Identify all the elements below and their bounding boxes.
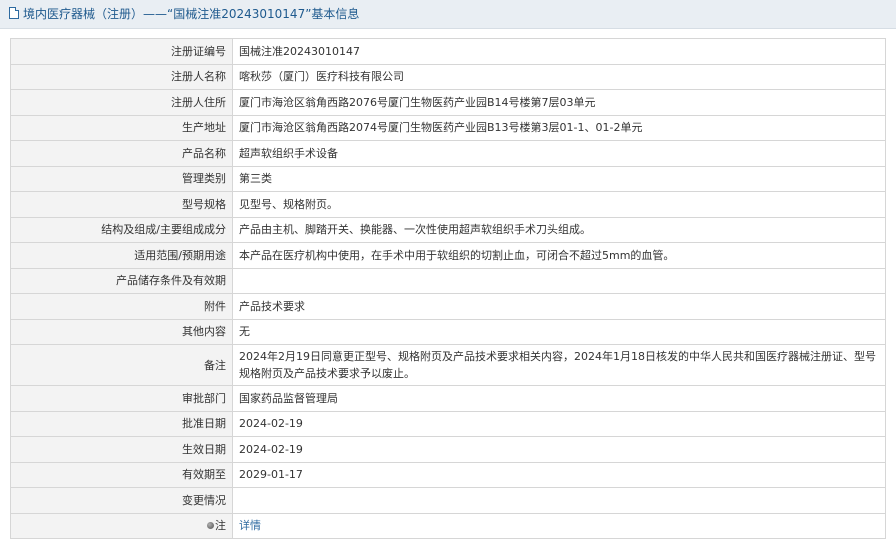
- table-row: 结构及组成/主要组成成分 产品由主机、脚踏开关、换能器、一次性使用超声软组织手术…: [10, 216, 886, 243]
- row-label: 结构及组成/主要组成成分: [10, 216, 233, 243]
- row-label: 有效期至: [10, 461, 233, 488]
- row-value: [232, 487, 886, 514]
- row-label: 注册人住所: [10, 89, 233, 116]
- row-label: 生效日期: [10, 436, 233, 463]
- table-row: 生产地址 厦门市海沧区翁角西路2074号厦门生物医药产业园B13号楼第3层01-…: [10, 114, 886, 141]
- row-label: 注册人名称: [10, 63, 233, 90]
- row-value: 厦门市海沧区翁角西路2076号厦门生物医药产业园B14号楼第7层03单元: [232, 89, 886, 116]
- row-label: 审批部门: [10, 385, 233, 412]
- row-value: 产品技术要求: [232, 293, 886, 320]
- row-value: 见型号、规格附页。: [232, 191, 886, 218]
- row-value: 国家药品监督管理局: [232, 385, 886, 412]
- table-row-note: 注 详情: [10, 512, 886, 539]
- table-row: 批准日期 2024-02-19: [10, 410, 886, 437]
- row-label: 备注: [10, 344, 233, 386]
- row-label: 附件: [10, 293, 233, 320]
- row-value: 喀秋莎（厦门）医疗科技有限公司: [232, 63, 886, 90]
- note-label-cell: 注: [10, 512, 233, 539]
- row-label: 产品名称: [10, 140, 233, 167]
- table-row: 产品名称 超声软组织手术设备: [10, 140, 886, 167]
- row-value: 2024-02-19: [232, 410, 886, 437]
- table-row: 备注 2024年2月19日同意更正型号、规格附页及产品技术要求相关内容，2024…: [10, 344, 886, 386]
- row-value: [232, 267, 886, 294]
- page-title: 境内医疗器械（注册）——“国械注准20243010147”基本信息: [23, 7, 360, 21]
- row-label: 管理类别: [10, 165, 233, 192]
- table-row: 变更情况: [10, 487, 886, 514]
- row-value: 第三类: [232, 165, 886, 192]
- row-value: 2024年2月19日同意更正型号、规格附页及产品技术要求相关内容，2024年1月…: [232, 344, 886, 386]
- row-value: 本产品在医疗机构中使用，在手术中用于软组织的切割止血，可闭合不超过5mm的血管。: [232, 242, 886, 269]
- table-row: 其他内容 无: [10, 318, 886, 345]
- row-value: 国械注准20243010147: [232, 38, 886, 65]
- table-row: 注册人名称 喀秋莎（厦门）医疗科技有限公司: [10, 63, 886, 90]
- note-value-cell: 详情: [232, 512, 886, 539]
- table-row: 产品储存条件及有效期: [10, 267, 886, 294]
- page-header: 境内医疗器械（注册）——“国械注准20243010147”基本信息: [0, 0, 896, 29]
- table-row: 适用范围/预期用途 本产品在医疗机构中使用，在手术中用于软组织的切割止血，可闭合…: [10, 242, 886, 269]
- row-label: 生产地址: [10, 114, 233, 141]
- row-label: 其他内容: [10, 318, 233, 345]
- row-value: 超声软组织手术设备: [232, 140, 886, 167]
- table-row: 注册证编号 国械注准20243010147: [10, 38, 886, 65]
- table-row: 有效期至 2029-01-17: [10, 461, 886, 488]
- row-value: 厦门市海沧区翁角西路2074号厦门生物医药产业园B13号楼第3层01-1、01-…: [232, 114, 886, 141]
- row-value: 2029-01-17: [232, 461, 886, 488]
- document-icon: [9, 7, 19, 19]
- row-label: 变更情况: [10, 487, 233, 514]
- table-row: 型号规格 见型号、规格附页。: [10, 191, 886, 218]
- table-row: 注册人住所 厦门市海沧区翁角西路2076号厦门生物医药产业园B14号楼第7层03…: [10, 89, 886, 116]
- table-row: 生效日期 2024-02-19: [10, 436, 886, 463]
- row-label: 注册证编号: [10, 38, 233, 65]
- note-label: 注: [215, 519, 226, 533]
- info-table: 注册证编号 国械注准20243010147 注册人名称 喀秋莎（厦门）医疗科技有…: [10, 38, 886, 539]
- table-row: 审批部门 国家药品监督管理局: [10, 385, 886, 412]
- row-label: 产品储存条件及有效期: [10, 267, 233, 294]
- details-link[interactable]: 详情: [239, 519, 261, 532]
- bullet-dot-icon: [207, 522, 214, 530]
- row-label: 批准日期: [10, 410, 233, 437]
- row-value: 无: [232, 318, 886, 345]
- table-row: 管理类别 第三类: [10, 165, 886, 192]
- row-label: 适用范围/预期用途: [10, 242, 233, 269]
- row-value: 产品由主机、脚踏开关、换能器、一次性使用超声软组织手术刀头组成。: [232, 216, 886, 243]
- row-label: 型号规格: [10, 191, 233, 218]
- row-value: 2024-02-19: [232, 436, 886, 463]
- table-row: 附件 产品技术要求: [10, 293, 886, 320]
